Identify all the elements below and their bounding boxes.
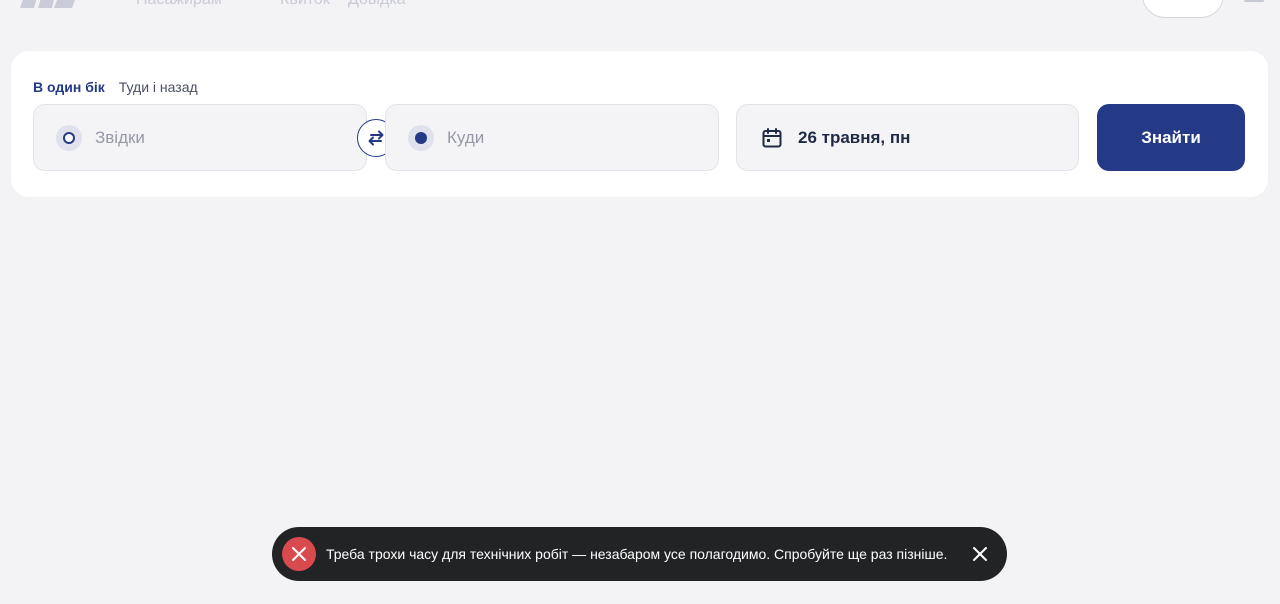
date-value: 26 травня, пн	[798, 127, 911, 147]
login-button[interactable]: Увійти	[1142, 0, 1224, 18]
top-header: Пасажирам Квиток Довідка Увійти	[0, 0, 1280, 20]
to-placeholder: Куди	[447, 127, 485, 147]
nav-item-help[interactable]: Довідка	[348, 0, 406, 10]
menu-icon[interactable]	[1244, 0, 1264, 4]
nav-item-ticket[interactable]: Квиток	[280, 0, 330, 10]
from-field[interactable]: Звідки	[33, 104, 367, 171]
swap-arrows-icon	[368, 130, 384, 146]
trip-type-tabs: В один бік Туди і назад	[33, 79, 198, 95]
tab-round-trip[interactable]: Туди і назад	[119, 79, 198, 95]
destination-dot-icon	[408, 124, 434, 151]
search-card: В один бік Туди і назад Звідки Куди 26 т…	[11, 51, 1268, 197]
date-field[interactable]: 26 травня, пн	[736, 104, 1079, 171]
calendar-icon	[762, 127, 782, 147]
error-toast: Треба трохи часу для технічних робіт — н…	[272, 527, 1007, 581]
nav-item-passengers[interactable]: Пасажирам	[136, 0, 222, 10]
origin-dot-icon	[56, 124, 82, 151]
find-button[interactable]: Знайти	[1097, 104, 1245, 171]
toast-message: Треба трохи часу для технічних робіт — н…	[326, 546, 948, 562]
to-field[interactable]: Куди	[385, 104, 719, 171]
close-circle-icon	[282, 537, 316, 571]
from-placeholder: Звідки	[95, 127, 145, 147]
close-icon[interactable]	[970, 544, 990, 564]
tab-one-way[interactable]: В один бік	[33, 79, 105, 95]
logo-icon[interactable]	[18, 0, 84, 8]
